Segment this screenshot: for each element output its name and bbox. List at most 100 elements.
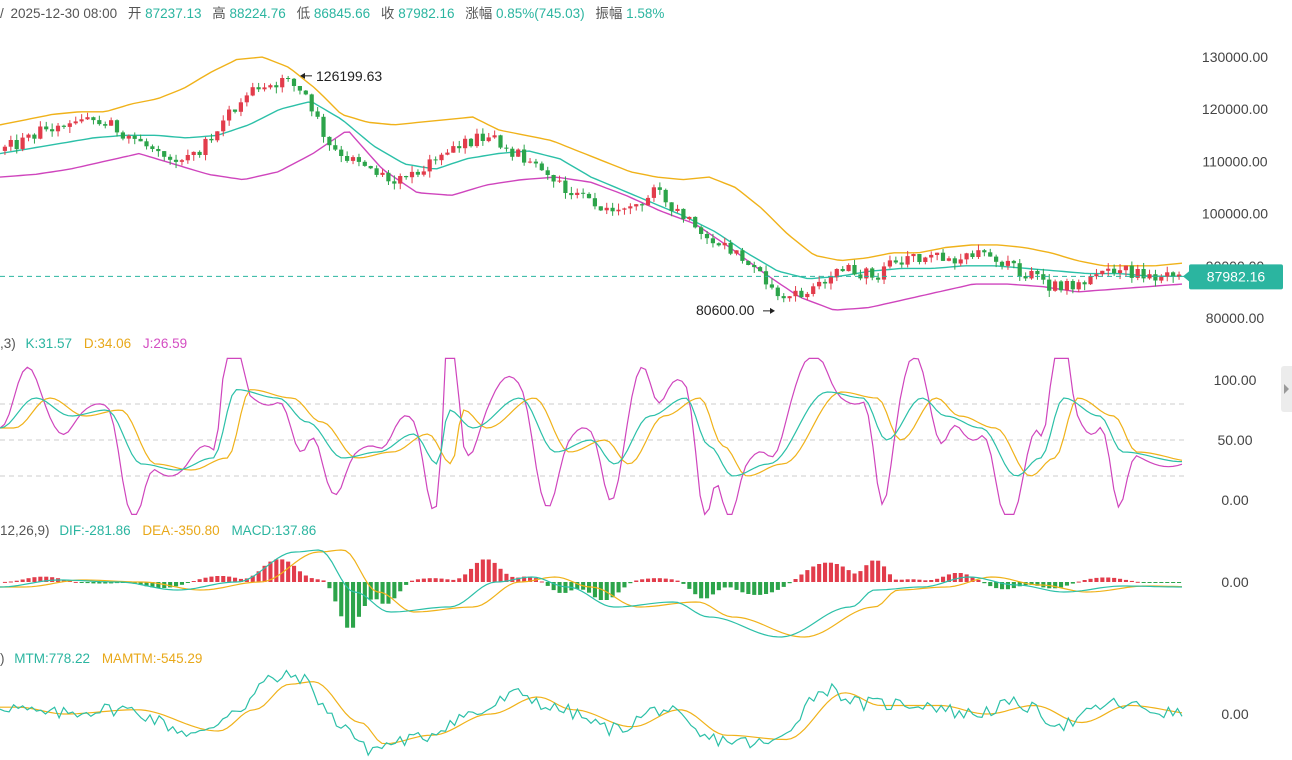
macd-histogram-bar xyxy=(569,582,574,591)
kdj-tick-label: 0.00 xyxy=(1221,492,1248,508)
candle-body xyxy=(468,138,474,147)
candle-body xyxy=(427,159,432,172)
candle-body xyxy=(103,124,108,126)
macd-histogram-bar xyxy=(85,582,90,584)
macd-histogram-bar xyxy=(1129,580,1134,582)
candle-body xyxy=(758,267,763,272)
candle-body xyxy=(982,250,987,253)
candle-body xyxy=(905,256,910,265)
macd-histogram-bar xyxy=(710,582,715,595)
candle-body xyxy=(1053,281,1058,291)
candle-body xyxy=(2,146,7,151)
candle-body xyxy=(250,87,255,96)
candle-body xyxy=(1088,276,1093,285)
candle-body xyxy=(238,102,243,112)
candle-body xyxy=(392,181,397,184)
candle-body xyxy=(1082,282,1087,285)
candle-body xyxy=(598,206,603,211)
macd-histogram-bar xyxy=(309,578,314,582)
candle-body xyxy=(244,95,249,103)
candle-body xyxy=(569,193,574,196)
candle-body xyxy=(675,208,680,211)
candle-body xyxy=(439,154,444,161)
annotations: 126199.63 80600.00 xyxy=(300,68,775,318)
candle-body xyxy=(887,260,892,267)
macd-histogram-bar xyxy=(740,582,745,593)
side-panel-toggle-icon[interactable] xyxy=(1281,366,1292,412)
candle-body xyxy=(592,198,597,207)
candle-body xyxy=(976,250,981,257)
macd-histogram-bar xyxy=(79,582,84,583)
candle-body xyxy=(1112,268,1117,273)
macd-histogram-bar xyxy=(333,582,338,602)
macd-histogram-bar xyxy=(864,565,869,582)
macd-histogram-bar xyxy=(734,582,739,590)
candle-body xyxy=(811,286,816,294)
macd-histogram-bar xyxy=(746,582,751,594)
candle-body xyxy=(409,171,415,178)
macd-histogram-bar xyxy=(327,582,332,589)
macd-histogram-bar xyxy=(758,582,763,595)
candle-body xyxy=(221,120,226,132)
candle-body xyxy=(50,129,55,132)
candle-body xyxy=(687,216,692,219)
candle-body xyxy=(917,254,922,262)
candle-body xyxy=(946,258,951,261)
candle-body xyxy=(1058,281,1064,291)
macd-histogram-bar xyxy=(356,582,361,617)
price-tick-label: 120000.00 xyxy=(1202,101,1268,117)
candle-body xyxy=(297,86,302,91)
macd-histogram-bar xyxy=(799,574,804,582)
high-annotation-label: 126199.63 xyxy=(316,68,382,84)
chart-canvas[interactable]: 130000.00120000.00110000.00100000.009000… xyxy=(0,0,1292,760)
candle-body xyxy=(958,259,963,264)
macd-histogram-bar xyxy=(398,582,403,592)
candle-body xyxy=(321,116,326,137)
candle-body xyxy=(911,254,916,257)
macd-histogram-bar xyxy=(386,582,391,604)
candle-body xyxy=(67,123,72,127)
macd-histogram-bar xyxy=(303,575,308,582)
candle-body xyxy=(704,234,710,239)
macd-histogram-bar xyxy=(421,578,426,582)
macd-histogram-bar xyxy=(640,579,645,582)
macd-histogram-bar xyxy=(1123,579,1128,582)
candle-body xyxy=(563,180,568,193)
candle-body xyxy=(144,141,149,147)
candle-body xyxy=(775,287,780,297)
last-price-tag-arrow xyxy=(1183,271,1189,282)
candle-body xyxy=(203,138,208,155)
candle-body xyxy=(793,290,798,297)
macd-histogram-bar xyxy=(728,582,733,588)
candle-body xyxy=(781,296,786,299)
candle-body xyxy=(527,161,533,163)
candle-body xyxy=(32,134,37,139)
candle-body xyxy=(91,117,96,121)
candle-body xyxy=(923,257,928,262)
candle-body xyxy=(8,140,13,147)
candle-body xyxy=(398,176,403,184)
candle-body xyxy=(1035,271,1040,275)
price-tick-label: 110000.00 xyxy=(1202,153,1267,169)
candle-body xyxy=(728,242,733,254)
candle-body xyxy=(1129,265,1134,278)
macd-histogram-bar xyxy=(451,579,456,582)
macd-histogram-bar xyxy=(362,582,367,606)
macd-histogram-bar xyxy=(32,577,37,582)
macd-histogram-bar xyxy=(445,579,450,582)
candle-body xyxy=(864,268,869,279)
candle-body xyxy=(44,126,49,130)
macd-histogram-bar xyxy=(705,582,710,599)
candle-body xyxy=(232,109,238,112)
macd-histogram-bar xyxy=(923,580,928,582)
macd-histogram-bar xyxy=(722,582,727,588)
macd-histogram-bar xyxy=(498,568,503,582)
macd-histogram-bar xyxy=(675,580,680,582)
candle-body xyxy=(162,151,167,157)
macd-histogram-bar xyxy=(463,574,468,582)
candle-body xyxy=(209,138,214,141)
macd-histogram-bar xyxy=(828,562,833,582)
candle-body xyxy=(457,146,462,149)
macd-histogram-bar xyxy=(191,581,196,582)
macd-histogram-bar xyxy=(227,576,232,582)
